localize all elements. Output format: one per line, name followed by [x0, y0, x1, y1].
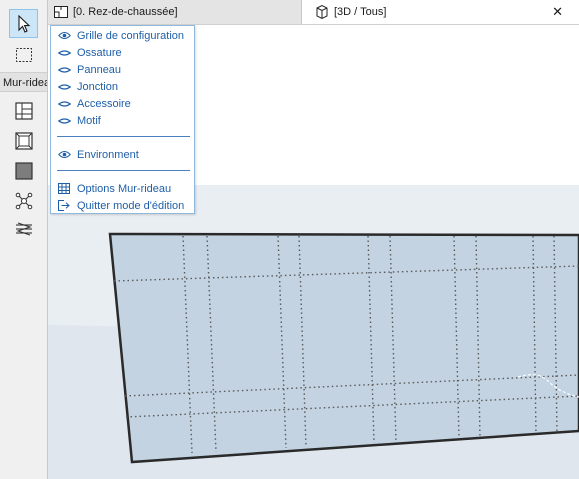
tab-floor-plan[interactable]: [0. Rez-de-chaussée] — [48, 0, 302, 24]
floor-plan-icon — [53, 5, 69, 19]
eye-open-icon — [57, 150, 71, 159]
panel-tool[interactable] — [9, 156, 38, 185]
toolbox: Mur-rideau — [0, 0, 48, 479]
tab-3d-view[interactable]: [3D / Tous] ✕ — [311, 0, 579, 24]
panel-icon — [14, 161, 33, 180]
toolbox-label: Mur-rideau — [0, 72, 47, 92]
menu-item-label: Quitter mode d'édition — [77, 199, 185, 212]
menu-item-label: Environment — [77, 148, 139, 161]
arrow-cursor-icon — [17, 14, 30, 33]
frame-icon — [14, 131, 33, 150]
menu-item-label: Grille de configuration — [77, 29, 185, 42]
scheme-tool[interactable] — [9, 96, 38, 125]
menu-separator — [57, 136, 190, 137]
frame-tool[interactable] — [9, 126, 38, 155]
eye-closed-icon — [57, 117, 71, 125]
scheme-icon — [14, 101, 33, 120]
arrow-select-tool[interactable] — [9, 9, 38, 38]
marquee-icon — [15, 47, 32, 62]
menu-item-label: Options Mur-rideau — [77, 182, 172, 195]
accessory-tool[interactable] — [9, 214, 38, 243]
menu-item-motif[interactable]: Motif — [51, 112, 194, 129]
curtain-wall-settings-icon — [57, 183, 71, 194]
tab-3d-view-label: [3D / Tous] — [334, 6, 387, 18]
curtain-wall-context-menu: Grille de configuration Ossature Panneau… — [50, 25, 195, 214]
junction-icon — [15, 192, 32, 209]
menu-item-label: Panneau — [77, 63, 122, 76]
menu-item-accessoire[interactable]: Accessoire — [51, 95, 194, 112]
accessory-icon — [15, 222, 32, 235]
menu-item-options-mur-rideau[interactable]: Options Mur-rideau — [51, 180, 194, 197]
menu-item-quitter-mode-edition[interactable]: Quitter mode d'édition — [51, 197, 194, 214]
tab-floor-plan-label: [0. Rez-de-chaussée] — [73, 6, 178, 18]
exit-edit-icon — [57, 200, 71, 211]
menu-item-panneau[interactable]: Panneau — [51, 61, 194, 78]
eye-closed-icon — [57, 83, 71, 91]
eye-closed-icon — [57, 49, 71, 57]
eye-closed-icon — [57, 100, 71, 108]
menu-item-environment[interactable]: Environment — [51, 146, 194, 163]
eye-closed-icon — [57, 66, 71, 74]
close-tab-button[interactable]: ✕ — [552, 3, 563, 21]
menu-item-jonction[interactable]: Jonction — [51, 78, 194, 95]
view-tabbar: [0. Rez-de-chaussée] [3D / Tous] ✕ — [48, 0, 579, 25]
3d-view-icon — [314, 4, 330, 20]
menu-item-label: Jonction — [77, 80, 118, 93]
marquee-tool[interactable] — [9, 40, 38, 69]
menu-item-label: Motif — [77, 114, 101, 127]
menu-item-grille-de-configuration[interactable]: Grille de configuration — [51, 27, 194, 44]
menu-separator — [57, 170, 190, 171]
menu-item-label: Accessoire — [77, 97, 131, 110]
menu-item-ossature[interactable]: Ossature — [51, 44, 194, 61]
eye-open-icon — [57, 31, 71, 40]
junction-tool[interactable] — [9, 186, 38, 215]
menu-item-label: Ossature — [77, 46, 122, 59]
